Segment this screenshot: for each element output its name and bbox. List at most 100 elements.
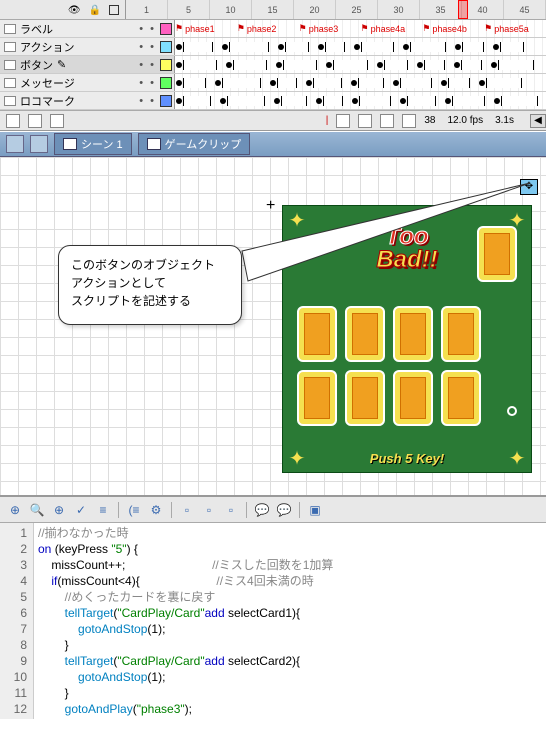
keyframe-icon[interactable]: [276, 62, 282, 68]
keyframe-icon[interactable]: [176, 98, 182, 104]
keyframe-span[interactable]: [313, 78, 341, 88]
stage[interactable]: + ✦ ✦ ✦ ✦ Too Bad!! Push 5 Key! ✥ このボタンの…: [0, 157, 546, 495]
scene-crumb[interactable]: シーン 1: [54, 133, 132, 155]
keyframe-span[interactable]: [325, 42, 345, 52]
frame-tick[interactable]: 25: [336, 0, 378, 19]
onion-outline-button[interactable]: [358, 114, 372, 128]
collapse-button[interactable]: ▫: [178, 501, 196, 519]
keyframe-span[interactable]: [486, 78, 521, 88]
auto-format-button[interactable]: ≡: [94, 501, 112, 519]
keyframe-span[interactable]: [501, 96, 538, 106]
keyframe-icon[interactable]: [278, 44, 284, 50]
show-hide-toolbox-button[interactable]: ▣: [306, 501, 324, 519]
keyframe-span[interactable]: [281, 96, 307, 106]
frame-tick[interactable]: 35: [420, 0, 462, 19]
clip-crumb[interactable]: ゲームクリップ: [138, 133, 251, 155]
outline-icon[interactable]: [109, 5, 119, 15]
scroll-left-button[interactable]: ◀: [530, 114, 546, 128]
keyframe-span[interactable]: [400, 78, 432, 88]
layer-swatch[interactable]: [160, 59, 172, 71]
frame-tick[interactable]: 1: [126, 0, 168, 19]
code-hint-button[interactable]: (≡: [125, 501, 143, 519]
keyframe-span[interactable]: [384, 60, 408, 70]
frames-track[interactable]: ⚑phase1⚑phase2⚑phase3⚑phase4a⚑phase4b⚑ph…: [175, 20, 546, 37]
code-line[interactable]: if(missCount<4){ //ミス4回未満の時: [38, 573, 542, 589]
code-line[interactable]: }: [38, 685, 542, 701]
keyframe-icon[interactable]: [226, 62, 232, 68]
keyframe-span[interactable]: [285, 42, 309, 52]
edit-multi-button[interactable]: [380, 114, 394, 128]
keyframe-span[interactable]: [323, 96, 344, 106]
frame-tick[interactable]: 40: [462, 0, 504, 19]
keyframe-icon[interactable]: [176, 44, 182, 50]
layer-toggles[interactable]: • •: [139, 41, 156, 53]
keyframe-icon[interactable]: [351, 80, 357, 86]
frame-tick[interactable]: 20: [294, 0, 336, 19]
keyframe-span[interactable]: [233, 60, 267, 70]
forward-button[interactable]: [30, 135, 48, 153]
keyframe-span[interactable]: [277, 78, 298, 88]
keyframe-icon[interactable]: [326, 62, 332, 68]
frames-track[interactable]: [175, 74, 546, 91]
layer-row[interactable]: アクション• •: [0, 38, 546, 56]
code-line[interactable]: tellTarget("CardPlay/Card"add selectCard…: [38, 605, 542, 621]
onion-button[interactable]: [336, 114, 350, 128]
layer-toggles[interactable]: • •: [139, 77, 156, 89]
keyframe-span[interactable]: [222, 78, 260, 88]
add-script-button[interactable]: ⊕: [6, 501, 24, 519]
frame-ruler[interactable]: 151015202530354045: [126, 0, 546, 19]
layer-swatch[interactable]: [160, 77, 172, 89]
keyframe-icon[interactable]: [220, 98, 226, 104]
keyframe-span[interactable]: [229, 42, 268, 52]
layer-toggles[interactable]: • •: [139, 23, 156, 35]
layer-row[interactable]: メッセージ• •: [0, 74, 546, 92]
frames-track[interactable]: [175, 92, 546, 109]
eye-icon[interactable]: [68, 4, 81, 16]
layer-row[interactable]: ロコマーク• •: [0, 92, 546, 110]
code-line[interactable]: //揃わなかった時: [38, 525, 542, 541]
frame-tick[interactable]: 15: [252, 0, 294, 19]
keyframe-icon[interactable]: [491, 62, 497, 68]
keyframe-span[interactable]: [283, 60, 317, 70]
code-line[interactable]: on (keyPress "5") {: [38, 541, 542, 557]
code-editor[interactable]: 123456789101112 //揃わなかった時on (keyPress "5…: [0, 523, 546, 719]
playhead[interactable]: [458, 0, 468, 19]
keyframe-span[interactable]: [452, 96, 485, 106]
keyframe-span[interactable]: [424, 60, 445, 70]
keyframe-icon[interactable]: [352, 98, 358, 104]
keyframe-span[interactable]: [358, 78, 385, 88]
target-path-button[interactable]: ⊕: [50, 501, 68, 519]
keyframe-span[interactable]: [183, 60, 217, 70]
keyframe-span[interactable]: [361, 42, 394, 52]
keyframe-span[interactable]: [359, 96, 391, 106]
keyframe-icon[interactable]: [176, 80, 182, 86]
add-layer-button[interactable]: [6, 114, 20, 128]
layer-toggles[interactable]: • •: [139, 95, 156, 107]
code-line[interactable]: gotoAndStop(1);: [38, 669, 542, 685]
frames-track[interactable]: [175, 38, 546, 55]
layer-toggles[interactable]: • •: [139, 59, 156, 71]
keyframe-icon[interactable]: [417, 62, 423, 68]
keyframe-icon[interactable]: [494, 98, 500, 104]
check-syntax-button[interactable]: ✓: [72, 501, 90, 519]
code-line[interactable]: }: [38, 637, 542, 653]
layer-swatch[interactable]: [160, 23, 172, 35]
add-folder-button[interactable]: [28, 114, 42, 128]
keyframe-icon[interactable]: [454, 62, 460, 68]
layer-swatch[interactable]: [160, 95, 172, 107]
keyframe-icon[interactable]: [377, 62, 383, 68]
keyframe-span[interactable]: [448, 78, 470, 88]
keyframe-icon[interactable]: [176, 62, 182, 68]
keyframe-icon[interactable]: [393, 80, 399, 86]
frames-track[interactable]: [175, 56, 546, 73]
layer-swatch[interactable]: [160, 41, 172, 53]
keyframe-span[interactable]: [462, 42, 485, 52]
code-line[interactable]: gotoAndPlay("phase3");: [38, 701, 542, 717]
keyframe-span[interactable]: [227, 96, 265, 106]
keyframe-span[interactable]: [410, 42, 445, 52]
keyframe-icon[interactable]: [316, 98, 322, 104]
apply-block-button[interactable]: ▫: [222, 501, 240, 519]
frame-tick[interactable]: 45: [504, 0, 546, 19]
keyframe-icon[interactable]: [215, 80, 221, 86]
expand-button[interactable]: ▫: [200, 501, 218, 519]
